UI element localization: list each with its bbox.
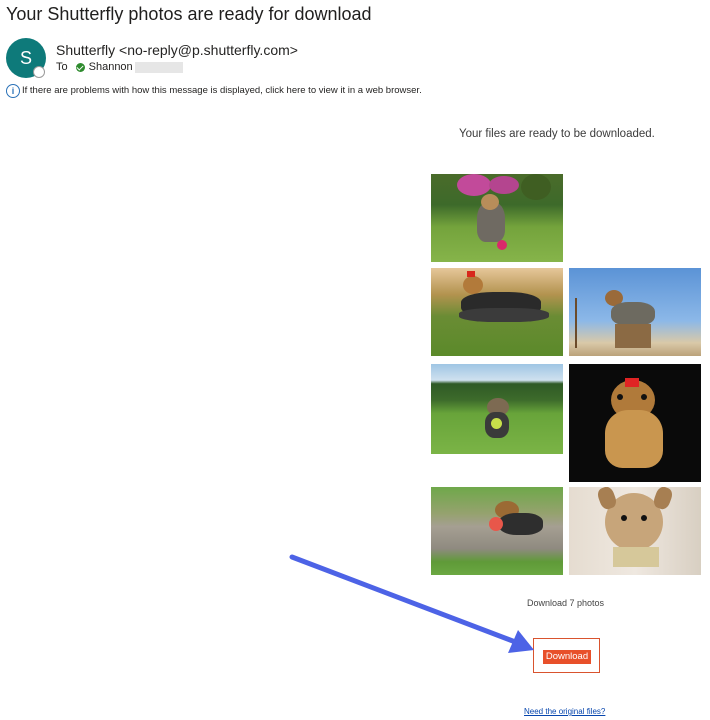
annotation-arrow-icon: [289, 554, 534, 653]
